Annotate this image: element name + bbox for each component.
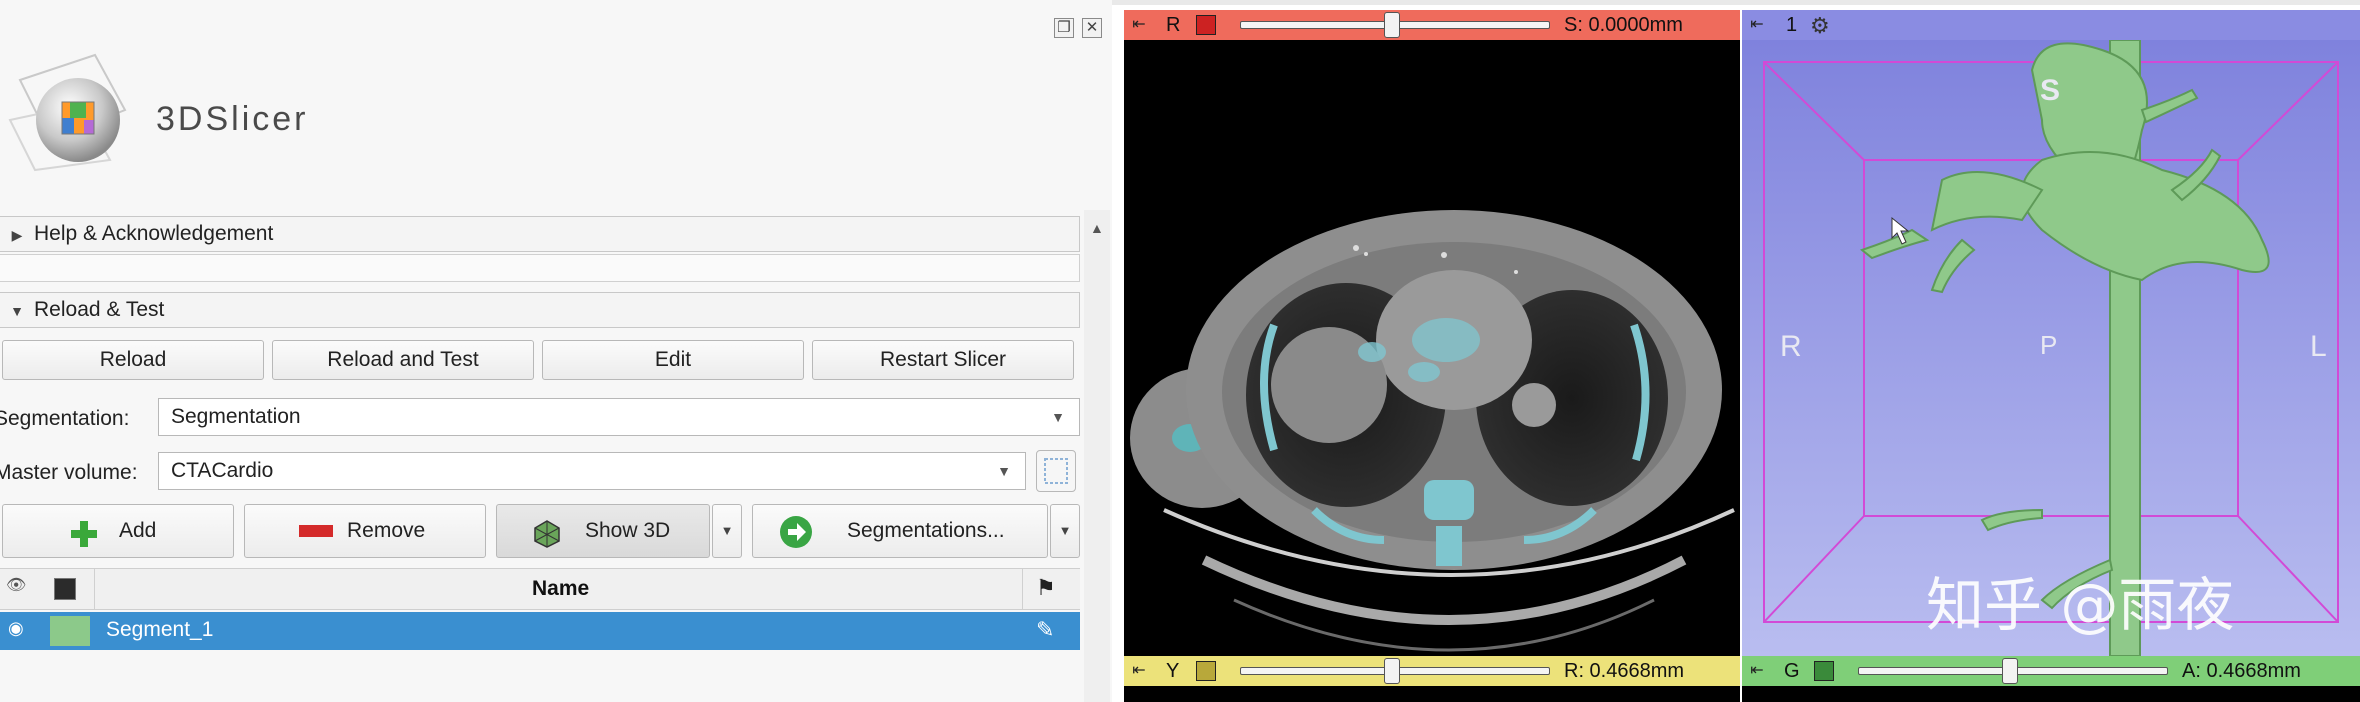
close-icon: ✕ [1085, 19, 1099, 36]
pin-icon[interactable]: ⇤ [1126, 13, 1152, 37]
close-panel-button[interactable]: ✕ [1082, 18, 1102, 38]
reload-section-label: Reload & Test [34, 298, 165, 321]
slice-link-icon[interactable] [1814, 661, 1834, 681]
chevron-down-icon: ▼ [1051, 409, 1065, 425]
flag-column-icon: ⚑ [1036, 575, 1056, 600]
reload-button[interactable]: Reload [2, 340, 264, 380]
red-slice-slider-thumb[interactable] [1384, 12, 1401, 38]
segment-table-header: 👁 Name ⚑ [0, 568, 1080, 610]
logo-wordmark: 3DSlicer [156, 100, 309, 138]
segmentation-label: Segmentation: [0, 407, 130, 430]
slice-link-icon[interactable] [1196, 661, 1216, 681]
gear-icon[interactable]: ⚙ [1810, 11, 1830, 41]
remove-segment-button[interactable]: Remove [244, 504, 486, 558]
restart-slicer-button[interactable]: Restart Slicer [812, 340, 1074, 380]
red-view-label: R [1166, 14, 1181, 36]
chevron-down-icon: ▼ [1058, 523, 1072, 538]
red-slice-viewer[interactable]: ⇤ R S: 0.0000mm [1124, 10, 1740, 702]
module-panel: ❐ ✕ 3DSlicer ▲ ▶ Help & Acknowledgement … [0, 0, 1112, 702]
remove-label: Remove [347, 519, 426, 542]
show-3d-button[interactable]: Show 3D [496, 504, 710, 558]
cube-3d-icon [533, 517, 561, 548]
segmentations-label: Segmentations... [847, 519, 1005, 542]
three-d-controller: ⇤ 1 ⚙ [1742, 10, 2360, 40]
orientation-right: R [1780, 330, 1802, 363]
orientation-superior: S [2040, 74, 2061, 107]
orientation-left: L [2310, 330, 2327, 363]
add-label: Add [119, 519, 157, 542]
pin-icon[interactable]: ⇤ [1126, 659, 1152, 683]
color-column-icon [54, 578, 76, 600]
segment-name[interactable]: Segment_1 [106, 618, 213, 642]
volume-options-icon [1044, 458, 1068, 484]
segmentations-module-button[interactable]: Segmentations... [752, 504, 1048, 558]
segment-color-swatch[interactable] [50, 616, 90, 646]
yellow-view-label: Y [1166, 660, 1180, 682]
minus-icon [299, 525, 333, 537]
master-volume-options-button[interactable] [1036, 450, 1076, 492]
reload-section-header[interactable]: ▼ Reload & Test [0, 292, 1080, 328]
three-d-view-label: 1 [1786, 14, 1798, 36]
show-3d-label: Show 3D [585, 519, 671, 542]
watermark-text: 知乎 @雨夜 [1926, 571, 2235, 639]
table-row[interactable]: ◉ Segment_1 ✎ [0, 612, 1080, 650]
ct-axial-image [1130, 210, 1735, 652]
pin-icon[interactable]: ⇤ [1744, 659, 1770, 683]
collapse-arrow-icon: ▶ [11, 227, 23, 243]
green-slice-controller: ⇤ G A: 0.4668mm [1742, 656, 2360, 686]
green-slice-slider-thumb[interactable] [2002, 658, 2019, 684]
expand-arrow-icon: ▼ [10, 303, 24, 319]
slicer-logo-icon [8, 53, 127, 172]
red-slice-controller: ⇤ R S: 0.0000mm [1124, 10, 1740, 40]
yellow-slice-slider-thumb[interactable] [1384, 658, 1401, 684]
arrow-right-circle-icon [779, 515, 813, 549]
help-section-label: Help & Acknowledgement [34, 222, 274, 245]
name-column-header[interactable]: Name [532, 577, 589, 601]
yellow-slice-offset-readout: R: 0.4668mm [1564, 660, 1685, 682]
orientation-posterior: P [2040, 330, 2058, 360]
edit-pencil-icon[interactable]: ✎ [1036, 617, 1054, 643]
segmentation-selector[interactable]: Segmentation ▼ [158, 398, 1080, 436]
panel-scrollbar[interactable]: ▲ [1084, 210, 1110, 702]
show-3d-dropdown[interactable]: ▼ [712, 504, 742, 558]
scroll-up-icon[interactable]: ▲ [1090, 220, 1104, 236]
segmentations-dropdown[interactable]: ▼ [1050, 504, 1080, 558]
red-slice-offset-readout: S: 0.0000mm [1564, 14, 1683, 36]
visibility-column-icon: 👁 [6, 577, 27, 594]
master-volume-value: CTACardio [171, 459, 274, 482]
eye-visibility-icon[interactable]: ◉ [8, 618, 24, 639]
pin-icon[interactable]: ⇤ [1744, 13, 1770, 37]
green-slice-viewer[interactable] [1742, 686, 2360, 702]
help-section-header[interactable]: ▶ Help & Acknowledgement [0, 216, 1080, 252]
reload-and-test-button[interactable]: Reload and Test [272, 340, 534, 380]
yellow-slice-controller: ⇤ Y R: 0.4668mm [1124, 656, 1740, 686]
segmentation-value: Segmentation [171, 405, 301, 428]
slicer-logo [0, 40, 150, 180]
green-slice-offset-readout: A: 0.4668mm [2182, 660, 2301, 682]
chevron-down-icon: ▼ [720, 523, 734, 538]
table-empty-area [0, 652, 1080, 702]
slice-link-icon[interactable] [1196, 15, 1216, 35]
plus-icon [69, 517, 99, 547]
chevron-down-icon: ▼ [997, 463, 1011, 479]
master-volume-label: Master volume: [0, 461, 138, 484]
yellow-slice-viewer[interactable] [1124, 686, 1740, 702]
master-volume-selector[interactable]: CTACardio ▼ [158, 452, 1026, 490]
edit-button[interactable]: Edit [542, 340, 804, 380]
float-icon: ❐ [1057, 19, 1071, 36]
help-section-body [0, 254, 1080, 282]
float-panel-button[interactable]: ❐ [1054, 18, 1074, 38]
three-d-viewer[interactable]: ⇤ 1 ⚙ S R P L 知乎 @雨夜 [1742, 10, 2360, 656]
add-segment-button[interactable]: Add [2, 504, 234, 558]
green-view-label: G [1784, 660, 1800, 682]
